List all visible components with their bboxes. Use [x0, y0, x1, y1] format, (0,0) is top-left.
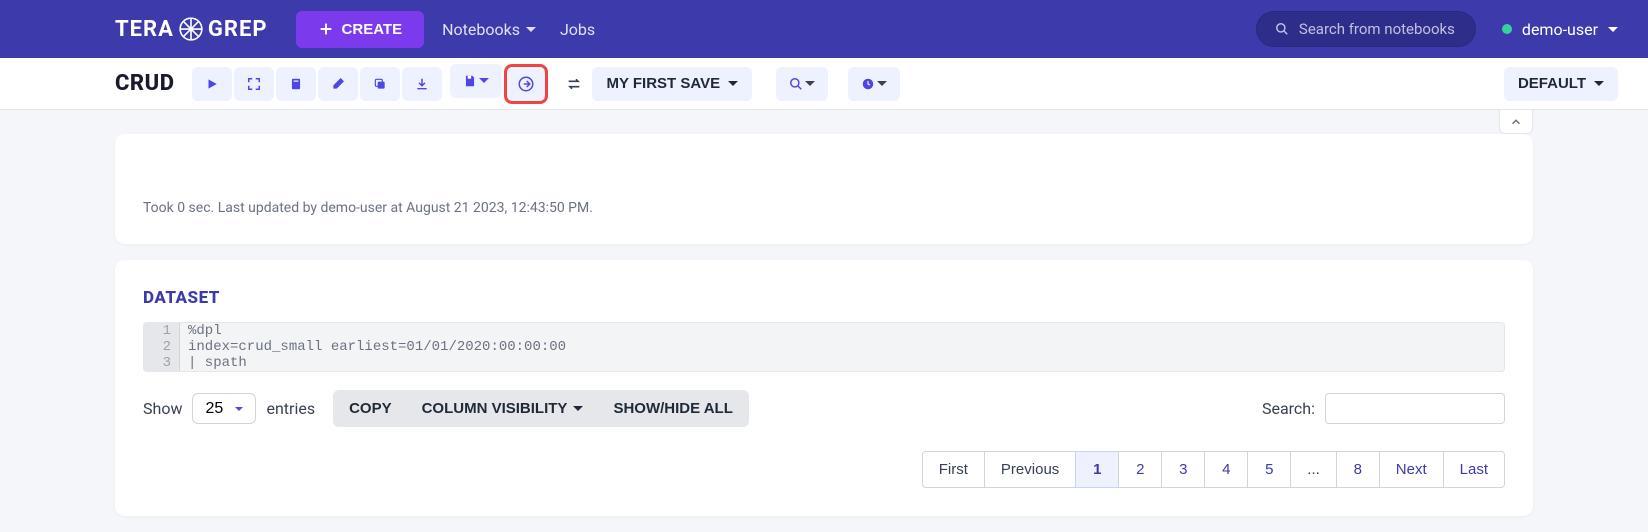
erase-icon [330, 76, 346, 92]
status-card: Took 0 sec. Last updated by demo-user at… [115, 134, 1533, 244]
load-button[interactable] [504, 64, 548, 104]
expand-button[interactable] [234, 67, 274, 101]
page-8[interactable]: 8 [1336, 451, 1380, 488]
brand-left: TERA [115, 17, 174, 42]
save-icon [463, 74, 477, 88]
plus-icon [318, 21, 334, 37]
code-editor[interactable]: 1%dpl2index=crud_small earliest=01/01/20… [143, 322, 1505, 372]
page-next[interactable]: Next [1379, 451, 1444, 488]
entries-label: entries [266, 399, 315, 418]
status-dot-icon [1502, 24, 1512, 34]
code-line: 2index=crud_small earliest=01/01/2020:00… [144, 339, 1504, 355]
download-icon [415, 77, 429, 91]
book-button[interactable] [276, 67, 316, 101]
copy-icon [373, 77, 387, 91]
brand-logo[interactable]: TERA GREP [115, 16, 268, 42]
show-label: Show [143, 399, 182, 418]
caret-down-icon [877, 81, 887, 86]
page-first[interactable]: First [922, 451, 985, 488]
page-title: CRUD [115, 71, 174, 96]
book-icon [289, 77, 303, 91]
search-dropdown[interactable] [776, 67, 828, 101]
chevron-up-icon [1509, 115, 1523, 129]
caret-down-icon [573, 406, 583, 411]
circle-arrow-icon [517, 75, 535, 93]
expand-icon [247, 77, 261, 91]
default-dropdown[interactable]: DEFAULT [1504, 67, 1618, 101]
dataset-card: DATASET 1%dpl2index=crud_small earliest=… [115, 260, 1533, 516]
time-dropdown[interactable] [848, 67, 900, 101]
caret-down-icon [1594, 81, 1604, 86]
search-label: Search: [1262, 399, 1315, 418]
nav-notebooks[interactable]: Notebooks [442, 20, 536, 39]
swap-icon [566, 76, 582, 92]
show-hide-all-button[interactable]: SHOW/HIDE ALL [599, 392, 746, 425]
page-last[interactable]: Last [1443, 451, 1505, 488]
clock-icon [861, 77, 875, 91]
caret-down-icon [1608, 27, 1618, 32]
page-4[interactable]: 4 [1204, 451, 1248, 488]
page-5[interactable]: 5 [1247, 451, 1291, 488]
code-line: 3| spath [144, 355, 1504, 371]
table-search-input[interactable] [1325, 393, 1505, 424]
create-button[interactable]: CREATE [296, 11, 425, 48]
swap-button[interactable] [556, 67, 592, 101]
erase-button[interactable] [318, 67, 358, 101]
global-search[interactable]: Search from notebooks [1256, 11, 1476, 47]
brand-right: GREP [208, 17, 268, 42]
nav-jobs[interactable]: Jobs [560, 20, 595, 39]
play-icon [205, 77, 219, 91]
page-ellipsis: ... [1290, 451, 1337, 488]
code-line: 1%dpl [144, 323, 1504, 339]
entries-select[interactable]: 25 [192, 393, 256, 424]
copy-table-button[interactable]: COPY [335, 392, 406, 425]
caret-down-icon [728, 81, 738, 86]
column-visibility-button[interactable]: COLUMN VISIBILITY [408, 392, 598, 425]
user-menu[interactable]: demo-user [1502, 20, 1618, 39]
page-2[interactable]: 2 [1118, 451, 1162, 488]
section-title: DATASET [143, 288, 1505, 308]
caret-down-icon [479, 78, 489, 83]
search-icon [1275, 22, 1289, 36]
copy-button[interactable] [360, 67, 400, 101]
save-button[interactable] [450, 64, 502, 98]
pagination: FirstPrevious12345...8NextLast [143, 451, 1505, 488]
status-text: Took 0 sec. Last updated by demo-user at… [143, 200, 593, 216]
page-previous[interactable]: Previous [984, 451, 1076, 488]
save-name-dropdown[interactable]: MY FIRST SAVE [592, 67, 752, 101]
caret-down-icon [805, 81, 815, 86]
page-1[interactable]: 1 [1075, 451, 1119, 488]
logo-icon [178, 16, 204, 42]
run-button[interactable] [192, 67, 232, 101]
collapse-toggle[interactable] [1499, 110, 1533, 134]
page-3[interactable]: 3 [1161, 451, 1205, 488]
search-icon [789, 77, 803, 91]
download-button[interactable] [402, 67, 442, 101]
caret-down-icon [526, 27, 536, 32]
